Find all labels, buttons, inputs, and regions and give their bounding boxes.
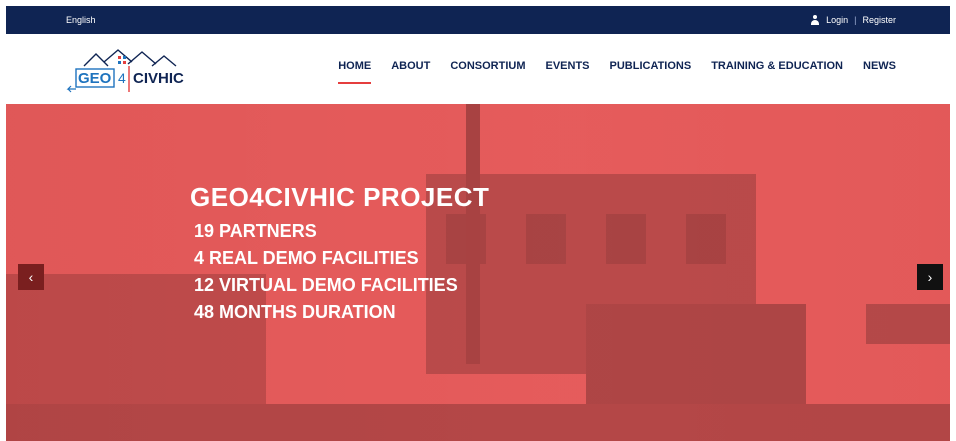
nav-events[interactable]: EVENTS xyxy=(546,60,590,72)
register-link[interactable]: Register xyxy=(862,15,896,25)
language-selector[interactable]: English xyxy=(66,15,96,25)
logo-text-civhic: CIVHIC xyxy=(133,70,184,87)
main-navbar: GEO 4 CIVHIC HOME ABOUT CONSORTIUM EVENT… xyxy=(6,34,950,104)
nav-home[interactable]: HOME xyxy=(338,60,372,84)
hero-fact: 19 PARTNERS xyxy=(194,221,317,241)
site-logo[interactable]: GEO 4 CIVHIC xyxy=(66,44,206,96)
logo-text-num: 4 xyxy=(118,70,126,86)
auth-separator: | xyxy=(854,15,857,25)
hero-fact: 12 VIRTUAL DEMO FACILITIES xyxy=(194,275,458,295)
hero-fact: 48 MONTHS DURATION xyxy=(194,302,396,322)
nav-publications[interactable]: PUBLICATIONS xyxy=(610,60,692,72)
nav-consortium[interactable]: CONSORTIUM xyxy=(450,60,525,72)
top-bar: English Login | Register xyxy=(6,6,950,34)
logo-text-geo: GEO xyxy=(78,70,112,87)
nav-news[interactable]: NEWS xyxy=(863,60,896,72)
slider-next-button[interactable]: › xyxy=(917,264,943,290)
nav-training-education[interactable]: TRAINING & EDUCATION xyxy=(711,60,843,72)
nav-about[interactable]: ABOUT xyxy=(391,60,430,72)
chevron-left-icon: ‹ xyxy=(28,269,34,285)
user-icon xyxy=(810,15,820,25)
auth-links: Login | Register xyxy=(810,15,896,25)
primary-navigation: HOME ABOUT CONSORTIUM EVENTS PUBLICATION… xyxy=(338,60,896,84)
hero-background-image xyxy=(6,104,950,441)
hero-title: GEO4CIVHIC PROJECT xyxy=(190,182,490,212)
hero-fact: 4 REAL DEMO FACILITIES xyxy=(194,248,419,268)
hero-slider: GEO4CIVHIC PROJECT 19 PARTNERS 4 REAL DE… xyxy=(6,104,950,441)
chevron-right-icon: › xyxy=(927,269,933,285)
login-link[interactable]: Login xyxy=(826,15,848,25)
slider-prev-button[interactable]: ‹ xyxy=(18,264,44,290)
logo-arrow-icon xyxy=(66,85,76,93)
house-outline-icon xyxy=(83,53,109,67)
hero-facts-list: 19 PARTNERS 4 REAL DEMO FACILITIES 12 VI… xyxy=(194,218,458,326)
